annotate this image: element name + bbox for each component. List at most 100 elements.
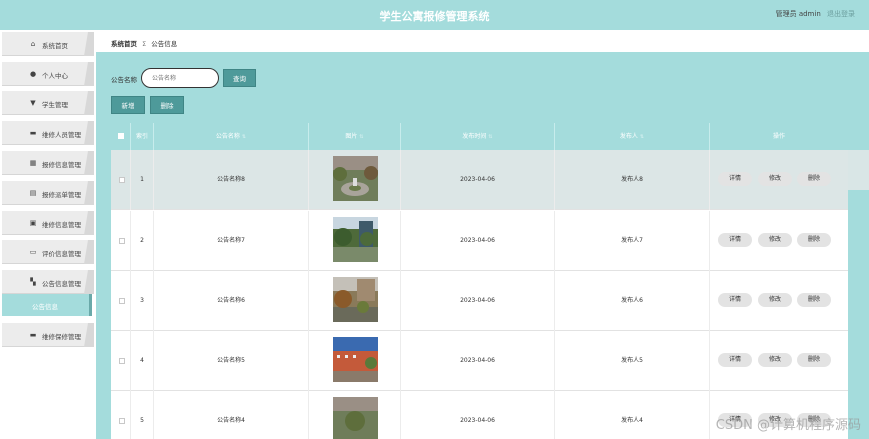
- row-index: 3: [131, 271, 154, 331]
- row-name: 公告名称8: [154, 150, 309, 210]
- row-thumbnail[interactable]: [333, 217, 378, 262]
- row-publisher: 发布人4: [555, 391, 710, 439]
- column-header-image[interactable]: 图片 ⇅: [309, 123, 401, 150]
- row-checkbox[interactable]: [119, 177, 125, 183]
- app-title: 学生公寓报修管理系统: [379, 10, 490, 23]
- breadcrumb-home[interactable]: 系统首页: [111, 40, 137, 48]
- row-checkbox[interactable]: [119, 358, 125, 364]
- sidebar-item-label: 维修保修管理: [42, 333, 81, 341]
- search-label: 公告名称: [111, 76, 137, 84]
- breadcrumb-current: 公告信息: [151, 40, 178, 48]
- select-all-checkbox[interactable]: [118, 133, 124, 139]
- row-time: 2023-04-06: [401, 391, 555, 439]
- row-thumbnail[interactable]: [333, 397, 378, 439]
- sidebar-item-label: 维修信息管理: [42, 221, 81, 229]
- row-checkbox[interactable]: [119, 238, 125, 244]
- sidebar-item-profile[interactable]: ● 个人中心: [2, 62, 94, 86]
- query-button[interactable]: 查询: [223, 69, 256, 87]
- delete-button[interactable]: 删除: [797, 293, 831, 307]
- monitor-icon: ▭: [29, 248, 37, 256]
- apps-icon: ▚: [30, 278, 36, 286]
- edit-button[interactable]: 修改: [758, 293, 792, 307]
- sidebar-item-label: 报修派单管理: [42, 191, 81, 199]
- row-publisher: 发布人8: [555, 150, 710, 210]
- sidebar-item-announcements[interactable]: ▚ 公告信息管理: [2, 270, 94, 294]
- top-bar: 学生公寓报修管理系统 管理员 admin 退出登录: [0, 0, 869, 30]
- edit-button[interactable]: 修改: [758, 233, 792, 247]
- row-time: 2023-04-06: [401, 331, 555, 391]
- add-button[interactable]: 新增: [111, 96, 145, 114]
- person-icon: ●: [29, 70, 37, 78]
- row-publisher: 发布人6: [555, 271, 710, 331]
- row-name: 公告名称6: [154, 271, 309, 331]
- row-name: 公告名称7: [154, 211, 309, 271]
- edit-button[interactable]: 修改: [758, 172, 792, 186]
- user-label: 管理员 admin: [775, 10, 821, 18]
- csdn-watermark: CSDN @计算机程序源码: [715, 418, 861, 433]
- sidebar-item-label: 维修人员管理: [42, 131, 81, 139]
- row-time: 2023-04-06: [401, 150, 555, 210]
- sidebar-item-repair-staff[interactable]: ▬ 维修人员管理: [2, 121, 94, 145]
- logout-link[interactable]: 退出登录: [827, 10, 855, 18]
- sidebar-item-dispatch[interactable]: ▤ 报修派单管理: [2, 181, 94, 205]
- table-row[interactable]: 1 公告名称8 2023-04-06 发布人8 详情 修改 删除: [111, 150, 848, 210]
- sidebar: ⌂ 系统首页 ● 个人中心 ▼ 学生管理 ▬ 维修人员管理 ▦ 报修信息管理 ▤…: [0, 30, 96, 439]
- detail-button[interactable]: 详情: [718, 233, 752, 247]
- table-header: 索引 公告名称 ⇅ 图片 ⇅ 发布时间 ⇅ 发布人 ⇅ 操作: [111, 123, 848, 150]
- search-input[interactable]: [141, 68, 219, 88]
- column-header-publisher[interactable]: 发布人 ⇅: [555, 123, 710, 150]
- row-name: 公告名称4: [154, 391, 309, 439]
- sidebar-item-students[interactable]: ▼ 学生管理: [2, 91, 94, 115]
- sidebar-subitem-announcement-info[interactable]: 公告信息: [2, 294, 92, 316]
- row-thumbnail[interactable]: [333, 337, 378, 382]
- column-header-actions: 操作: [772, 133, 785, 140]
- breadcrumb: 系统首页 Σ 公告信息: [96, 30, 869, 52]
- delete-button[interactable]: 删除: [797, 172, 831, 186]
- column-header-index[interactable]: 索引: [131, 123, 154, 150]
- grid-icon: ▦: [29, 159, 37, 167]
- row-index: 1: [131, 150, 154, 210]
- sidebar-item-label: 学生管理: [42, 101, 68, 109]
- sidebar-subitem-label: 公告信息: [32, 303, 58, 311]
- row-time: 2023-04-06: [401, 211, 555, 271]
- row-index: 2: [131, 211, 154, 271]
- row-checkbox[interactable]: [119, 418, 125, 424]
- table-row[interactable]: 4 公告名称5 2023-04-06 发布人5 详情 修改 删除: [111, 331, 848, 391]
- column-header-name[interactable]: 公告名称 ⇅: [154, 123, 309, 150]
- sidebar-item-label: 公告信息管理: [42, 280, 81, 288]
- batch-delete-button[interactable]: 删除: [150, 96, 184, 114]
- row-name: 公告名称5: [154, 331, 309, 391]
- user-info: 管理员 admin 退出登录: [776, 9, 855, 19]
- chat-icon: ▬: [29, 331, 37, 339]
- sidebar-item-label: 个人中心: [42, 72, 68, 80]
- sidebar-item-home[interactable]: ⌂ 系统首页: [2, 32, 94, 56]
- sidebar-item-repair-requests[interactable]: ▦ 报修信息管理: [2, 151, 94, 175]
- sidebar-item-label: 评价信息管理: [42, 250, 81, 258]
- detail-button[interactable]: 详情: [718, 293, 752, 307]
- column-header-time[interactable]: 发布时间 ⇅: [401, 123, 555, 150]
- student-icon: ▼: [30, 99, 36, 107]
- table-row[interactable]: 3 公告名称6 2023-04-06 发布人6 详情 修改 删除: [111, 271, 848, 331]
- row-publisher: 发布人7: [555, 211, 710, 271]
- delete-button[interactable]: 删除: [797, 233, 831, 247]
- briefcase-icon: ▬: [29, 129, 37, 137]
- row-publisher: 发布人5: [555, 331, 710, 391]
- delete-button[interactable]: 删除: [797, 353, 831, 367]
- announcement-table: 索引 公告名称 ⇅ 图片 ⇅ 发布时间 ⇅ 发布人 ⇅ 操作 1 公告名称8 2023-…: [111, 123, 848, 439]
- row-checkbox[interactable]: [119, 298, 125, 304]
- sidebar-item-label: 系统首页: [42, 42, 68, 50]
- row-index: 5: [131, 391, 154, 439]
- detail-button[interactable]: 详情: [718, 353, 752, 367]
- row-thumbnail[interactable]: [333, 156, 378, 201]
- sidebar-item-warranty[interactable]: ▬ 维修保修管理: [2, 323, 94, 347]
- detail-button[interactable]: 详情: [718, 172, 752, 186]
- row-thumbnail[interactable]: [333, 277, 378, 322]
- sidebar-item-repair-info[interactable]: ▣ 维修信息管理: [2, 211, 94, 235]
- document-icon: ▤: [29, 189, 37, 197]
- home-icon: ⌂: [30, 40, 36, 48]
- sidebar-item-reviews[interactable]: ▭ 评价信息管理: [2, 240, 94, 264]
- clipboard-icon: ▣: [29, 219, 37, 227]
- edit-button[interactable]: 修改: [758, 353, 792, 367]
- sidebar-item-label: 报修信息管理: [42, 161, 81, 169]
- table-row[interactable]: 2 公告名称7 2023-04-06 发布人7 详情 修改 删除: [111, 211, 848, 271]
